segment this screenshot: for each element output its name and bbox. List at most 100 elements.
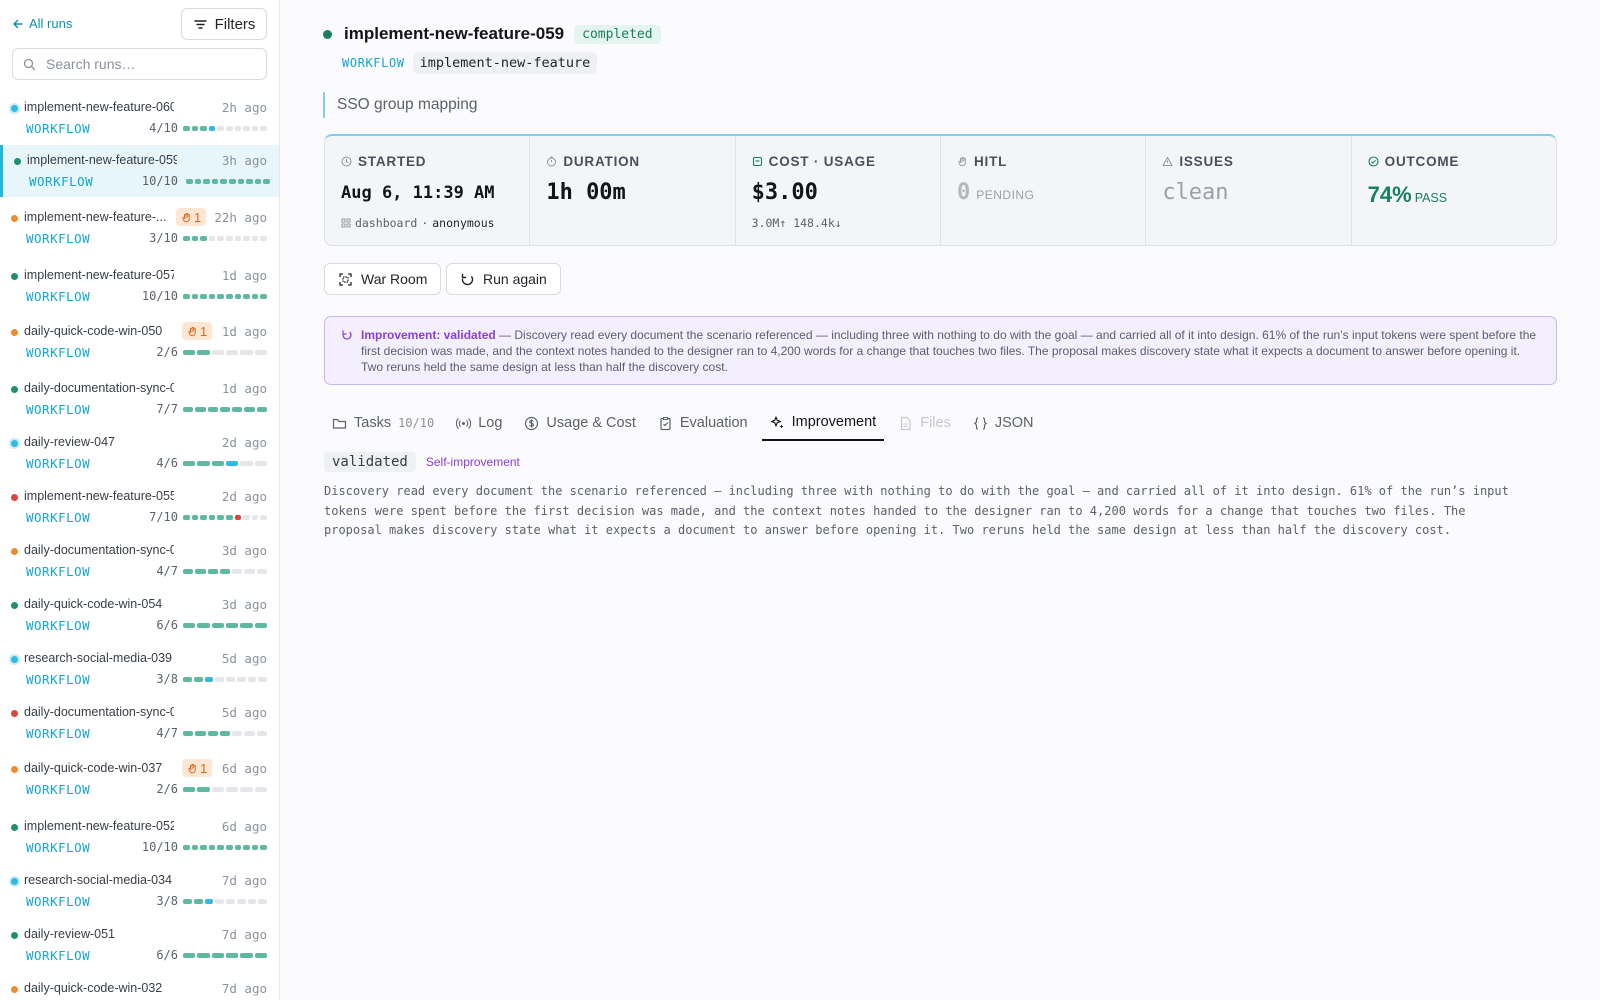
run-workflow-label: WORKFLOW xyxy=(26,402,91,417)
tab-improvement[interactable]: Improvement xyxy=(761,405,885,441)
filters-button[interactable]: Filters xyxy=(181,8,267,40)
run-time: 2d ago xyxy=(221,489,267,504)
run-workflow-label: WORKFLOW xyxy=(26,840,91,855)
progress-segment xyxy=(183,350,196,355)
stat-cost: COST · USAGE $3.00 3.0M↑ 148.4k↓ xyxy=(736,136,941,245)
all-runs-link[interactable]: All runs xyxy=(12,16,72,31)
workflow-name[interactable]: implement-new-feature xyxy=(412,52,598,74)
progress-segment xyxy=(200,236,207,241)
run-time: 2h ago xyxy=(221,100,267,115)
progress-segment xyxy=(211,953,224,958)
run-item[interactable]: daily-quick-code-win-037 1 6d ago WORKFLOW 2… xyxy=(0,753,279,811)
run-status-dot xyxy=(11,440,18,447)
run-item[interactable]: implement-new-feature-060 2h ago WORKFLOW 4… xyxy=(0,92,279,145)
hand-icon xyxy=(188,326,196,336)
run-again-button[interactable]: Run again xyxy=(446,263,561,295)
run-progress-text: 4/7 xyxy=(156,564,178,578)
tab-files[interactable]: Files xyxy=(890,405,959,441)
progress-segment xyxy=(251,515,259,520)
run-progress-bar xyxy=(183,515,267,520)
progress-segment xyxy=(183,236,190,241)
run-time: 6d ago xyxy=(221,819,267,834)
stat-duration: DURATION 1h 00m xyxy=(530,136,736,245)
run-item[interactable]: implement-new-feature-055 2d ago WORKFLOW 7… xyxy=(0,481,279,535)
warning-icon xyxy=(1162,157,1173,166)
progress-segment xyxy=(260,236,267,241)
run-status-dot xyxy=(11,824,18,831)
improvement-callout-text: — Discovery read every document the scen… xyxy=(361,328,1537,374)
progress-segment xyxy=(183,845,190,850)
run-name: implement-new-feature-060 xyxy=(24,100,174,114)
run-item[interactable]: daily-review-047 2d ago WORKFLOW 4/6 xyxy=(0,427,279,481)
progress-segment xyxy=(260,845,267,850)
tab-tasks[interactable]: Tasks 10/10 xyxy=(324,405,442,441)
progress-segment xyxy=(183,569,194,574)
run-item[interactable]: implement-new-feature-057 1d ago WORKFLOW 1… xyxy=(0,260,279,316)
progress-segment xyxy=(234,845,242,850)
run-item[interactable]: research-social-media-034 7d ago WORKFLOW 3… xyxy=(0,865,279,919)
progress-segment xyxy=(244,731,255,736)
progress-segment xyxy=(208,236,216,241)
run-item[interactable]: research-social-media-039 5d ago WORKFLOW 3… xyxy=(0,643,279,697)
run-item[interactable]: daily-quick-code-win-054 3d ago WORKFLOW 6/… xyxy=(0,589,279,643)
run-progress-bar xyxy=(183,236,267,241)
run-progress-text: 4/6 xyxy=(156,456,178,470)
progress-segment xyxy=(237,179,245,184)
run-item[interactable]: implement-new-feature-... 1 22h ago WORKFLO… xyxy=(0,202,279,260)
run-item[interactable]: daily-documentation-sync-056 1d ago WORKFL… xyxy=(0,373,279,427)
progress-segment xyxy=(254,787,267,792)
clipboard-check-icon xyxy=(660,416,671,430)
run-workflow-label: WORKFLOW xyxy=(26,510,91,525)
run-item[interactable]: implement-new-feature-059 3h ago WORKFLOW 1… xyxy=(0,145,279,197)
tab-log[interactable]: Log xyxy=(448,405,510,441)
improvement-badges: validated Self-improvement xyxy=(324,452,520,472)
run-workflow-label: WORKFLOW xyxy=(26,121,91,136)
run-status-dot xyxy=(11,656,18,663)
search-box xyxy=(12,48,267,80)
run-item[interactable]: daily-documentation-sync-053 5d ago WORKFL… xyxy=(0,697,279,753)
run-item[interactable]: daily-documentation-sync-045 3d ago WORKFL… xyxy=(0,535,279,589)
progress-segment xyxy=(260,294,267,299)
progress-segment xyxy=(200,845,207,850)
check-circle-icon xyxy=(1368,156,1379,167)
grid-icon xyxy=(341,218,351,228)
run-name: implement-new-feature-052 xyxy=(24,819,174,833)
tab-log-label: Log xyxy=(478,415,503,431)
run-progress-bar xyxy=(183,953,267,958)
progress-segment xyxy=(191,126,199,131)
progress-segment xyxy=(226,899,235,904)
search-input[interactable] xyxy=(46,56,246,72)
tab-usage-cost[interactable]: Usage & Cost xyxy=(516,405,643,441)
run-workflow-label: WORKFLOW xyxy=(26,618,91,633)
progress-segment xyxy=(200,515,207,520)
progress-segment xyxy=(183,953,196,958)
run-progress-text: 3/10 xyxy=(149,231,178,245)
braces-icon xyxy=(973,416,988,430)
run-name: daily-review-051 xyxy=(24,927,116,941)
tab-json[interactable]: JSON xyxy=(965,405,1042,441)
run-progress-text: 6/6 xyxy=(156,618,178,632)
run-item[interactable]: implement-new-feature-052 6d ago WORKFLOW 1… xyxy=(0,811,279,865)
run-name: daily-quick-code-win-054 xyxy=(24,597,163,611)
progress-segment xyxy=(260,515,267,520)
stat-hitl: HITL 0 PENDING xyxy=(941,136,1147,245)
war-room-button[interactable]: War Room xyxy=(324,263,442,295)
progress-segment xyxy=(225,126,233,131)
progress-segment xyxy=(191,515,199,520)
progress-segment xyxy=(197,623,210,628)
run-subtitle: SSO group mapping xyxy=(323,92,477,118)
stat-cost-label: COST · USAGE xyxy=(768,154,876,169)
run-workflow-label: WORKFLOW xyxy=(26,456,91,471)
run-progress-text: 3/8 xyxy=(156,672,178,686)
tab-usage-cost-label: Usage & Cost xyxy=(546,415,636,431)
run-item[interactable]: daily-quick-code-win-032 7d ago xyxy=(0,973,279,1000)
run-status-dot xyxy=(11,329,18,336)
tab-evaluation[interactable]: Evaluation xyxy=(650,405,756,441)
run-item[interactable]: daily-quick-code-win-050 1 1d ago WORKFLOW 2… xyxy=(0,316,279,373)
tab-tasks-label: Tasks xyxy=(354,415,392,431)
progress-segment xyxy=(254,623,267,628)
undo-icon xyxy=(342,330,352,340)
progress-segment xyxy=(207,569,218,574)
progress-segment xyxy=(203,179,210,184)
run-item[interactable]: daily-review-051 7d ago WORKFLOW 6/6 xyxy=(0,919,279,973)
